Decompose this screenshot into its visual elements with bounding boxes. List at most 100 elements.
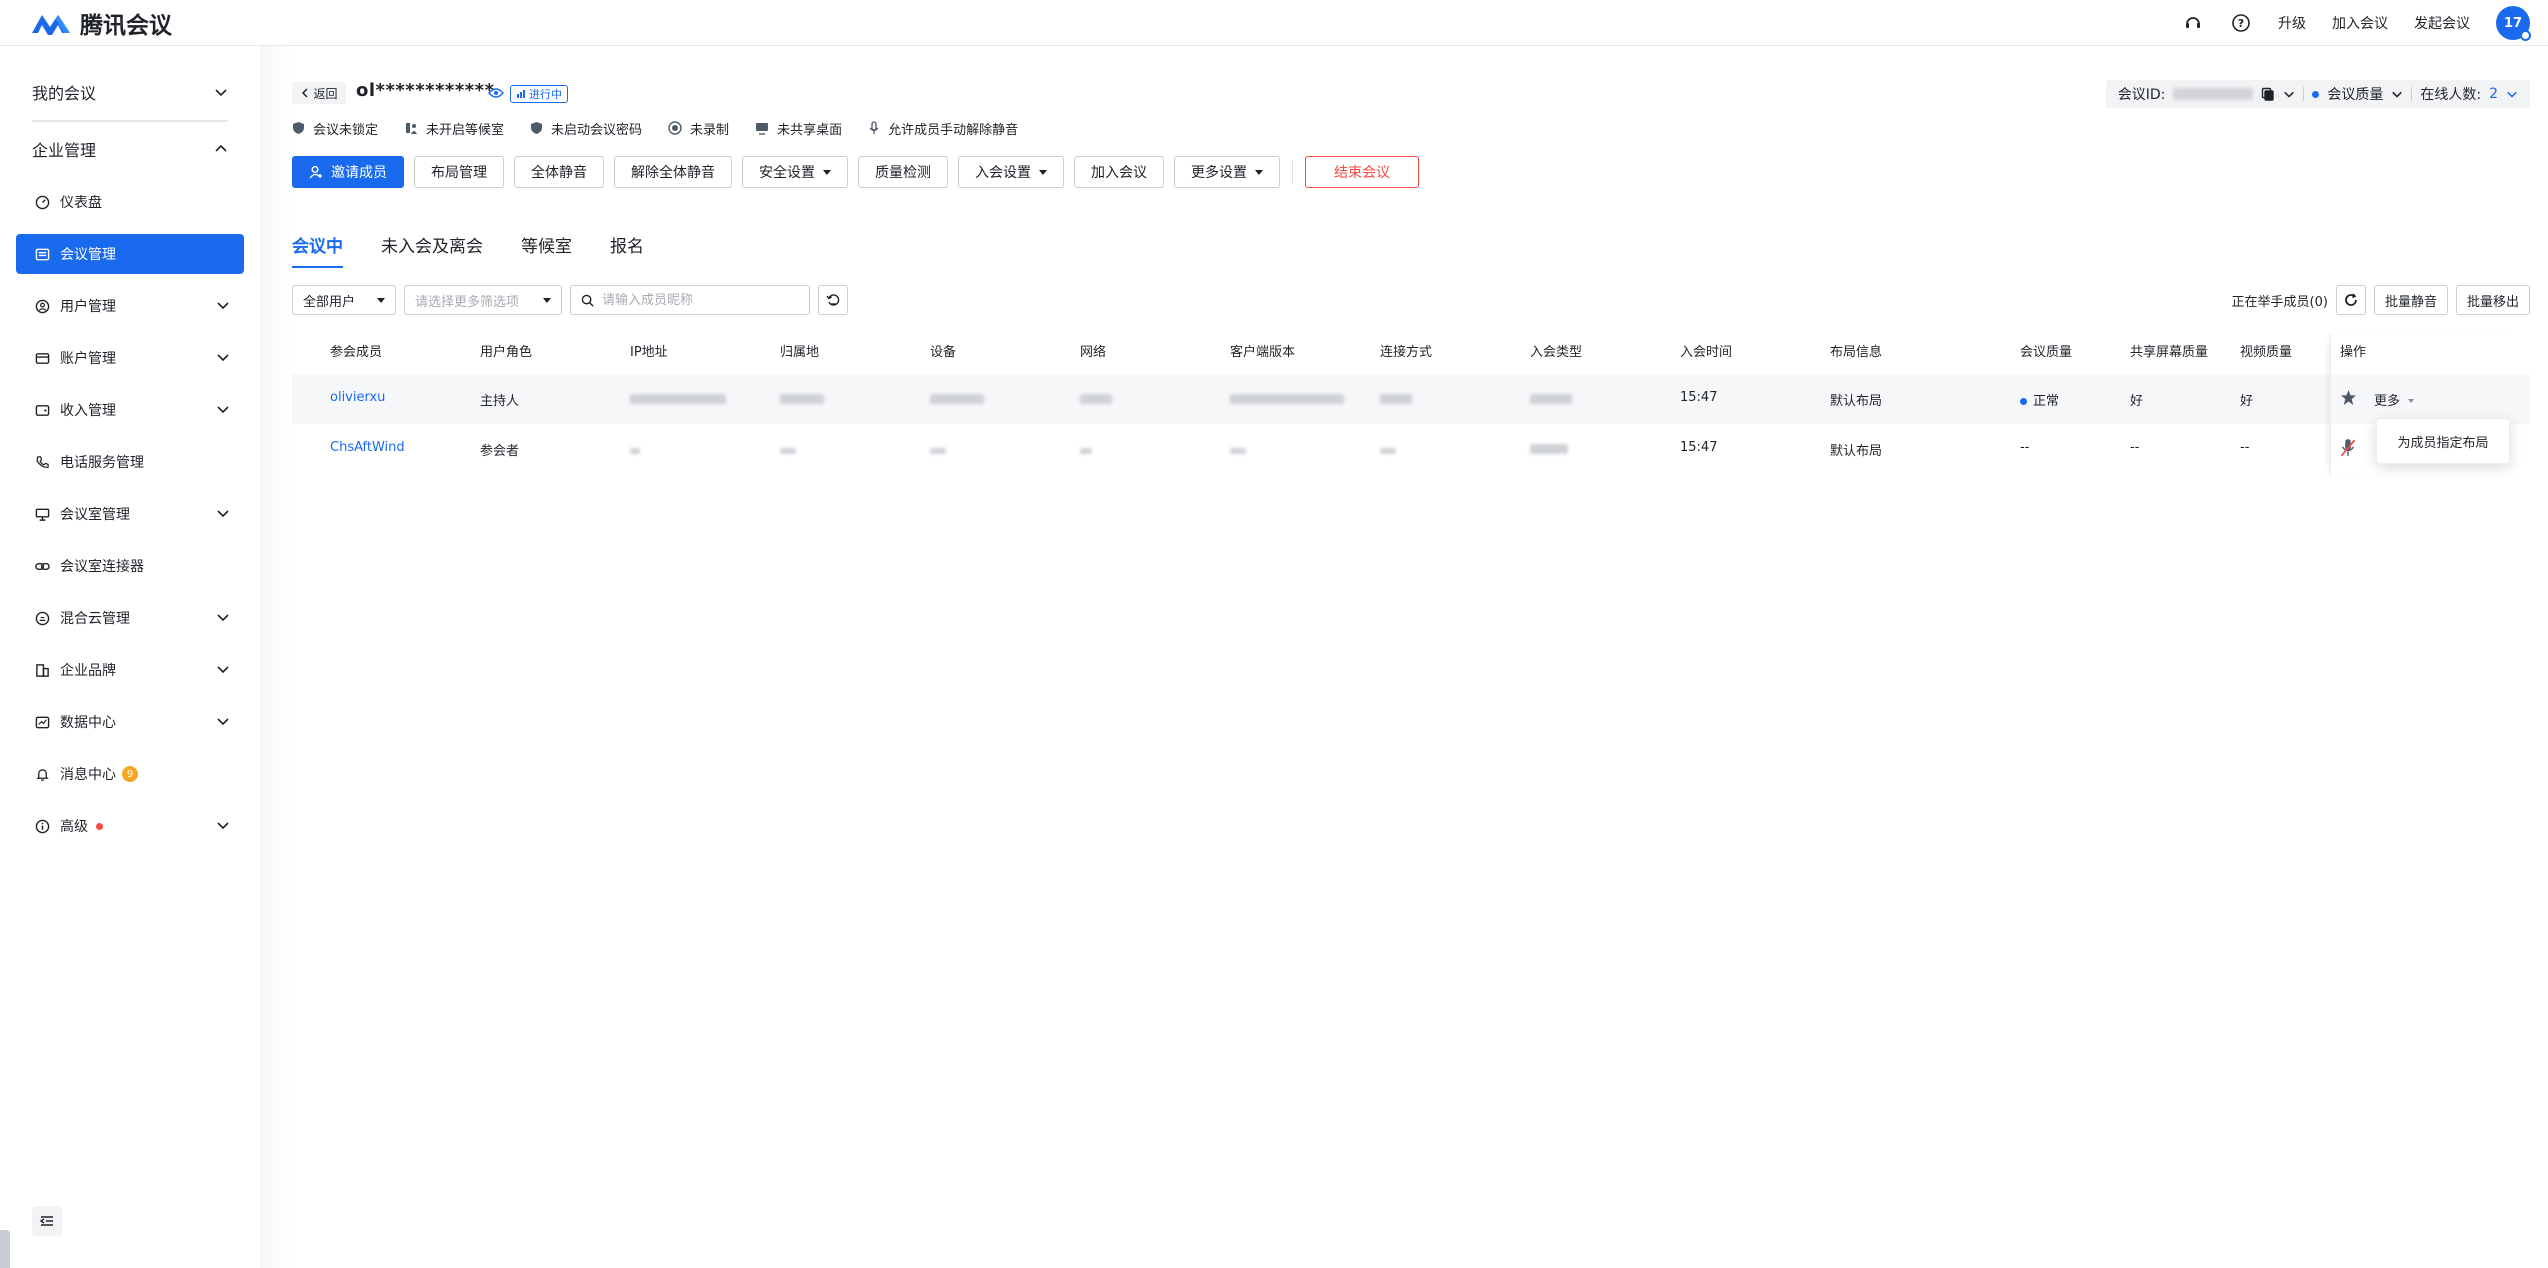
- user-type-select[interactable]: 全部用户: [292, 285, 396, 315]
- waiting-room-icon: [406, 123, 418, 134]
- message-count-badge: 9: [122, 766, 138, 782]
- sidebar-group-enterprise[interactable]: 企业管理: [32, 129, 228, 169]
- refresh-button[interactable]: [2335, 285, 2366, 315]
- security-settings-dropdown[interactable]: 安全设置: [742, 156, 848, 188]
- sidebar-item-label: 账户管理: [60, 351, 116, 367]
- join-meeting-link[interactable]: 加入会议: [2332, 13, 2388, 33]
- quality-check-button[interactable]: 质量检测: [858, 156, 948, 188]
- sidebar-item-message-center[interactable]: 消息中心 9: [16, 754, 244, 794]
- sidebar-item-label: 企业品牌: [60, 663, 116, 679]
- column-header-video-quality: 视频质量: [2240, 345, 2293, 360]
- chevron-down-icon[interactable]: [2506, 88, 2518, 100]
- more-settings-dropdown[interactable]: 更多设置: [1174, 156, 1280, 188]
- chevron-up-icon: [215, 144, 227, 152]
- status-text: 未开启等候室: [426, 122, 505, 138]
- status-waiting-room: 未开启等候室: [404, 119, 504, 138]
- sidebar-item-meeting-room-management[interactable]: 会议室管理: [16, 494, 244, 534]
- sidebar-item-account-management[interactable]: 账户管理: [16, 338, 244, 378]
- sidebar-group-label: 企业管理: [32, 141, 97, 160]
- sidebar-item-label: 仪表盘: [60, 195, 102, 211]
- join-settings-dropdown[interactable]: 入会设置: [958, 156, 1064, 188]
- batch-mute-button[interactable]: 批量静音: [2373, 285, 2448, 315]
- member-search-input[interactable]: [602, 292, 792, 308]
- table-header: 参会成员 用户角色 IP地址 归属地 设备 网络 客户端版本 连接方式 入会类型…: [292, 333, 2530, 367]
- side-edge-tab[interactable]: [0, 1230, 10, 1268]
- more-filters-select[interactable]: 请选择更多筛选项: [404, 285, 562, 315]
- card-icon: [34, 350, 50, 366]
- add-user-icon: [309, 166, 322, 179]
- meeting-id-label: 会议ID:: [2117, 87, 2166, 103]
- layout-info: 默认布局: [1830, 394, 1883, 409]
- layout-management-button[interactable]: 布局管理: [414, 156, 504, 188]
- column-header-meeting-quality: 会议质量: [2020, 345, 2073, 360]
- join-meeting-button[interactable]: 加入会议: [1074, 156, 1164, 188]
- button-label: 入会设置: [975, 165, 1031, 181]
- location-blurred: [780, 394, 824, 404]
- video-quality: 好: [2240, 394, 2254, 409]
- sidebar-item-label: 电话服务管理: [60, 455, 144, 471]
- column-header-member: 参会成员: [330, 345, 383, 360]
- sidebar-item-hybrid-cloud[interactable]: 混合云管理: [16, 598, 244, 638]
- eye-icon[interactable]: [488, 87, 504, 99]
- sidebar-item-revenue-management[interactable]: 收入管理: [16, 390, 244, 430]
- more-actions-menu: 为成员指定布局: [2376, 418, 2510, 464]
- app-logo[interactable]: 腾讯会议: [30, 6, 172, 40]
- top-bar: 腾讯会议 ? 升级 加入会议 发起会议 17: [0, 0, 2548, 46]
- sidebar-item-dashboard[interactable]: 仪表盘: [16, 182, 244, 222]
- headset-icon[interactable]: [2182, 12, 2204, 34]
- batch-remove-button[interactable]: 批量移出: [2455, 285, 2530, 315]
- button-label: 批量移出: [2466, 294, 2519, 310]
- tab-registration[interactable]: 报名: [610, 232, 644, 268]
- chevron-down-icon: [217, 406, 229, 414]
- upgrade-link[interactable]: 升级: [2278, 13, 2306, 33]
- sidebar-group-my-meetings[interactable]: 我的会议: [32, 72, 228, 112]
- sidebar-item-enterprise-brand[interactable]: 企业品牌: [16, 650, 244, 690]
- sidebar-item-user-management[interactable]: 用户管理: [16, 286, 244, 326]
- meeting-quality-label[interactable]: 会议质量: [2327, 84, 2383, 104]
- end-meeting-button[interactable]: 结束会议: [1305, 156, 1419, 188]
- chevron-down-icon: [217, 666, 229, 674]
- back-button[interactable]: 返回: [292, 82, 346, 104]
- sidebar-item-label: 高级: [60, 819, 88, 835]
- invite-members-button[interactable]: 邀请成员: [292, 156, 404, 188]
- monitor-icon: [34, 506, 50, 522]
- status-password: 未启动会议密码: [530, 119, 642, 138]
- tab-in-meeting[interactable]: 会议中: [292, 232, 343, 268]
- caret-down-icon: [377, 297, 385, 303]
- avatar[interactable]: 17: [2496, 6, 2531, 41]
- sidebar-item-data-center[interactable]: 数据中心: [16, 702, 244, 742]
- sidebar-item-phone-service[interactable]: 电话服务管理: [16, 442, 244, 482]
- reset-filters-button[interactable]: [818, 285, 848, 315]
- sidebar-collapse-button[interactable]: [32, 1206, 62, 1236]
- filter-actions-right: 正在举手成员(0) 批量静音 批量移出: [2232, 285, 2530, 315]
- tab-not-joined-left[interactable]: 未入会及离会: [381, 232, 483, 268]
- app-name: 腾讯会议: [80, 13, 172, 39]
- member-tabs: 会议中 未入会及离会 等候室 报名: [292, 232, 644, 268]
- chevron-down-icon[interactable]: [2283, 88, 2295, 100]
- unmute-all-button[interactable]: 解除全体静音: [614, 156, 732, 188]
- meeting-status-row: 会议未锁定 未开启等候室 未启动会议密码 未录制 未共享桌面 允许成员手动解除静…: [292, 118, 1018, 138]
- chevron-down-icon[interactable]: [2391, 88, 2403, 100]
- screen-share-icon: [756, 123, 769, 135]
- menu-item-assign-layout[interactable]: 为成员指定布局: [2397, 432, 2488, 451]
- help-icon[interactable]: ?: [2230, 12, 2252, 34]
- meta-divider: [2411, 87, 2413, 101]
- sidebar-item-meeting-management[interactable]: 会议管理: [16, 234, 244, 274]
- reset-icon: [826, 294, 840, 306]
- chevron-left-icon: [302, 88, 309, 98]
- button-label: 更多设置: [1191, 165, 1247, 181]
- back-label: 返回: [313, 86, 338, 101]
- sidebar-item-advanced[interactable]: 高级: [16, 806, 244, 846]
- chart-icon: [34, 714, 50, 730]
- mute-all-button[interactable]: 全体静音: [514, 156, 604, 188]
- sidebar-item-label: 会议室管理: [60, 507, 130, 523]
- start-meeting-link[interactable]: 发起会议: [2414, 13, 2470, 33]
- meeting-status-text: 进行中: [529, 88, 562, 101]
- sidebar-item-room-connector[interactable]: 会议室连接器: [16, 546, 244, 586]
- member-name-link[interactable]: ChsAftWind: [330, 440, 405, 455]
- copy-icon[interactable]: [2261, 87, 2275, 101]
- member-name-link[interactable]: olivierxu: [330, 390, 385, 405]
- tab-waiting-room[interactable]: 等候室: [521, 232, 572, 268]
- avatar-status-dot: [2520, 30, 2531, 41]
- member-search[interactable]: [570, 285, 810, 315]
